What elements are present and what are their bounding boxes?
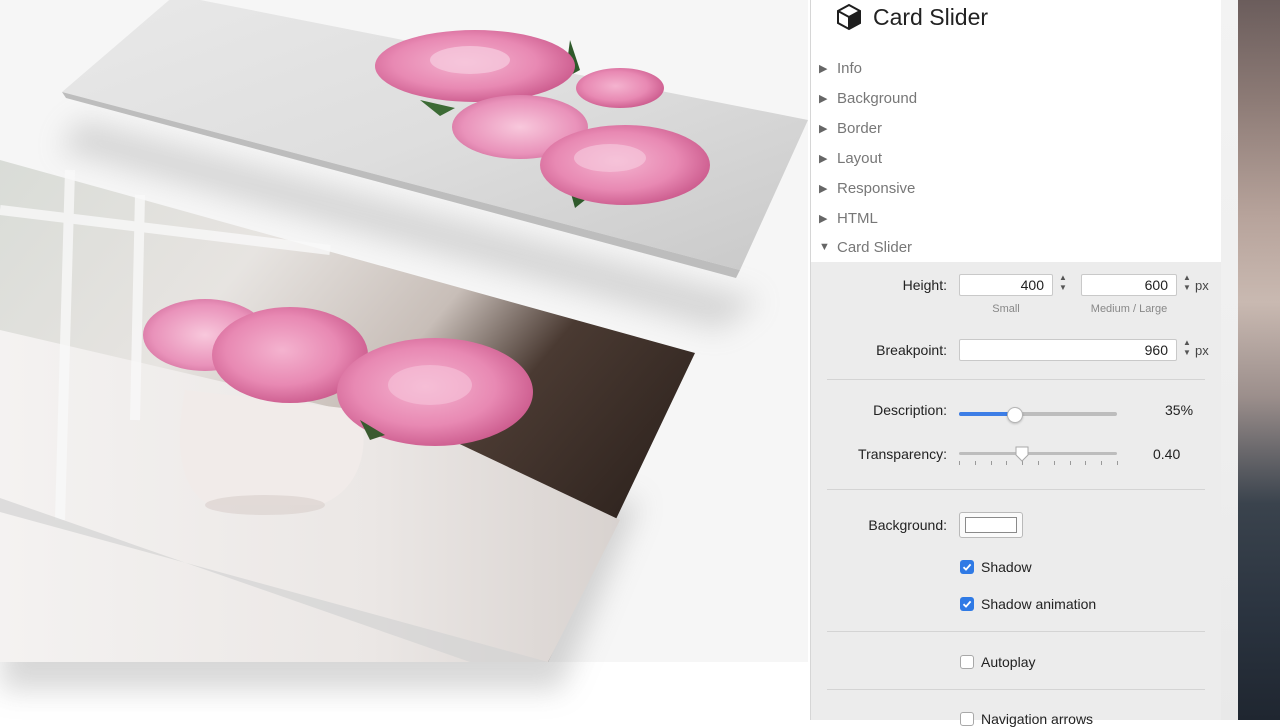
slider-tick xyxy=(1054,461,1055,465)
shadow-checkbox[interactable] xyxy=(960,560,974,574)
transparency-slider-track[interactable] xyxy=(959,452,1117,455)
breakpoint-stepper[interactable]: ▲ ▼ xyxy=(1181,338,1193,362)
height-small-stepper[interactable]: ▲ ▼ xyxy=(1057,273,1069,297)
breakpoint-unit: px xyxy=(1195,343,1209,358)
description-slider-knob[interactable] xyxy=(1007,407,1023,423)
height-small-caption: Small xyxy=(992,303,1020,315)
navigation-arrows-checkbox[interactable] xyxy=(960,712,974,726)
card-slider-preview xyxy=(0,0,808,720)
slider-tick xyxy=(1101,461,1102,465)
divider xyxy=(827,631,1205,632)
autoplay-checkbox[interactable] xyxy=(960,655,974,669)
section-label: Layout xyxy=(837,149,883,167)
divider xyxy=(827,489,1205,490)
description-label: Description: xyxy=(873,402,947,418)
checkmark-icon xyxy=(962,563,972,571)
height-small-input[interactable]: 400 xyxy=(959,274,1053,296)
disclosure-right-icon: ▶ xyxy=(819,212,828,225)
shadow-animation-checkbox[interactable] xyxy=(960,597,974,611)
breakpoint-input[interactable]: 960 xyxy=(959,339,1177,361)
slider-tick xyxy=(959,461,960,465)
background-color-well[interactable] xyxy=(959,512,1023,538)
panel-title: Card Slider xyxy=(873,4,989,30)
disclosure-right-icon: ▶ xyxy=(819,152,828,165)
section-label: HTML xyxy=(837,209,878,227)
checkmark-icon xyxy=(962,600,972,608)
divider xyxy=(827,689,1205,690)
section-background[interactable]: ▶ Background xyxy=(819,86,917,110)
background-label: Background: xyxy=(868,517,947,533)
preview-artwork xyxy=(0,0,808,690)
section-border[interactable]: ▶ Border xyxy=(819,116,882,140)
slider-tick xyxy=(1085,461,1086,465)
section-label: Background xyxy=(837,89,918,107)
section-label: Info xyxy=(837,59,863,77)
section-card-slider[interactable]: ▼ Card Slider xyxy=(819,235,912,259)
height-unit: px xyxy=(1195,278,1209,293)
divider xyxy=(827,379,1205,380)
section-responsive[interactable]: ▶ Responsive xyxy=(819,176,915,200)
transparency-value: 0.40 xyxy=(1153,446,1181,462)
disclosure-right-icon: ▶ xyxy=(819,182,828,195)
slider-tick xyxy=(975,461,976,465)
desktop-wallpaper xyxy=(1238,0,1280,720)
height-large-input[interactable]: 600 xyxy=(1081,274,1177,296)
disclosure-right-icon: ▶ xyxy=(819,62,828,75)
slider-tick xyxy=(1038,461,1039,465)
slider-tick xyxy=(1006,461,1007,465)
section-label: Card Slider xyxy=(837,238,913,256)
slider-tick xyxy=(1117,461,1118,465)
disclosure-down-icon: ▼ xyxy=(819,241,830,253)
height-label: Height: xyxy=(902,277,947,293)
slider-tick xyxy=(991,461,992,465)
desktop-background xyxy=(1221,0,1280,720)
transparency-ticks xyxy=(959,461,1118,467)
autoplay-label: Autoplay xyxy=(981,654,1036,670)
section-info[interactable]: ▶ Info xyxy=(819,56,862,80)
section-html[interactable]: ▶ HTML xyxy=(819,206,878,230)
disclosure-right-icon: ▶ xyxy=(819,122,828,135)
transparency-label: Transparency: xyxy=(858,446,947,462)
breakpoint-label: Breakpoint: xyxy=(876,342,947,358)
navigation-arrows-label: Navigation arrows xyxy=(981,711,1094,727)
section-label: Border xyxy=(837,119,883,137)
inspector-panel: Card Slider ▶ Info ▶ Background ▶ Border… xyxy=(810,0,1221,727)
height-large-stepper[interactable]: ▲ ▼ xyxy=(1181,273,1193,297)
transparency-slider-knob[interactable] xyxy=(1014,446,1030,462)
description-value: 35% xyxy=(1165,402,1194,418)
disclosure-right-icon: ▶ xyxy=(819,92,828,105)
color-swatch xyxy=(965,517,1017,533)
cube-icon xyxy=(837,3,861,31)
shadow-animation-label: Shadow animation xyxy=(981,596,1097,612)
section-layout[interactable]: ▶ Layout xyxy=(819,146,882,170)
shadow-label: Shadow xyxy=(981,559,1032,575)
slider-tick xyxy=(1070,461,1071,465)
description-slider-fill xyxy=(959,412,1014,416)
height-large-caption: Medium / Large xyxy=(1090,303,1168,315)
section-label: Responsive xyxy=(837,179,916,197)
